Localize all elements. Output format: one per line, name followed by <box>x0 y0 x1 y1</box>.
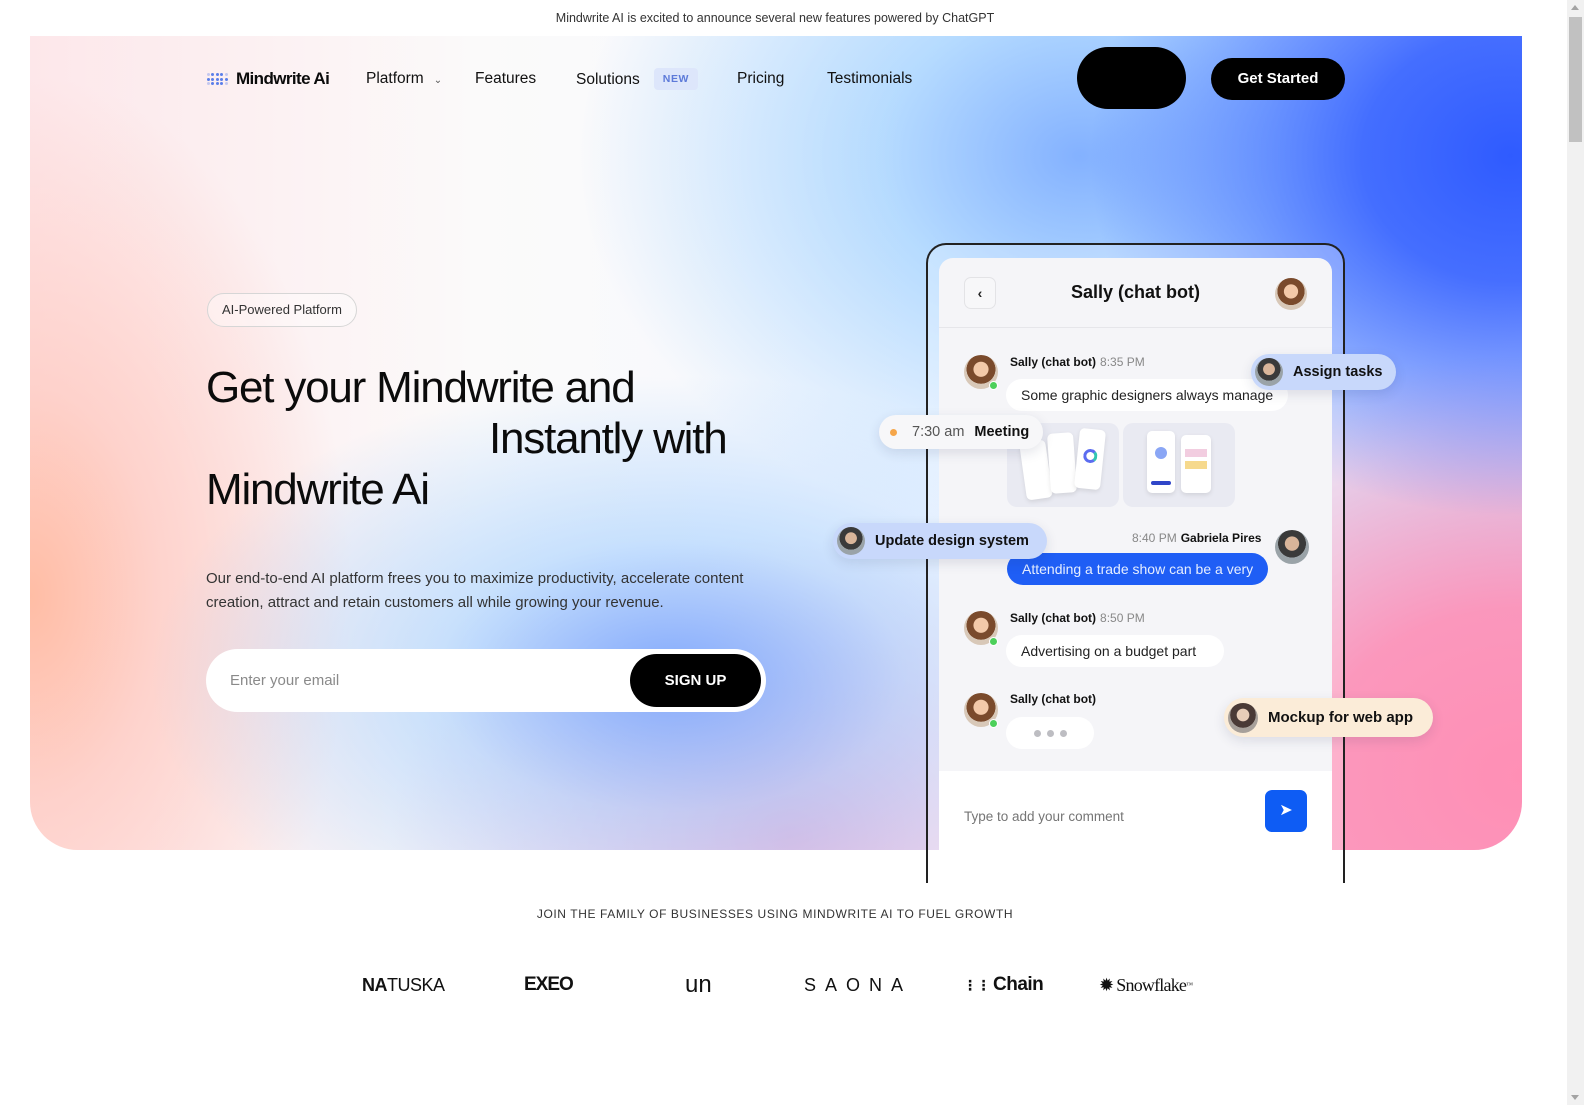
assign-tasks-label: Assign tasks <box>1293 364 1383 380</box>
client-logos: NA TUSKA EXEO un SAONA ⋮⋮ Chain ✹ Snowflake… <box>0 965 1550 1005</box>
nav-pricing[interactable]: Pricing <box>737 70 784 88</box>
get-started-button[interactable]: Get Started <box>1211 58 1345 100</box>
client-logo-saona: SAONA <box>804 974 913 995</box>
header-avatar <box>1275 278 1307 310</box>
scrollbar-thumb[interactable] <box>1569 17 1582 142</box>
meeting-label: Meeting <box>974 424 1030 440</box>
online-indicator <box>989 381 998 390</box>
logo-dots-icon <box>206 69 228 89</box>
blank-pill-button[interactable] <box>1077 47 1186 109</box>
headline-line-2: Instantly with <box>489 414 728 463</box>
update-design-label: Update design system <box>875 533 1029 549</box>
client-logo-chain: ⋮⋮ Chain <box>963 974 1044 995</box>
message-bubble-outgoing: Attending a trade show can be a very <box>1007 553 1269 585</box>
client-logo-exeo: EXEO <box>524 974 574 995</box>
online-indicator <box>989 719 998 728</box>
message-bubble: Advertising on a budget part <box>1006 635 1224 667</box>
client-logo-un: un <box>685 971 712 998</box>
message-meta: Sally (chat bot) 8:50 PM <box>1010 611 1145 625</box>
headline-line-3: Mindwrite Ai <box>206 465 430 514</box>
assign-tasks-card[interactable]: Assign tasks <box>1251 354 1397 390</box>
gabriela-avatar <box>1275 530 1309 564</box>
nav-features[interactable]: Features <box>475 70 536 88</box>
assignee-avatar <box>1255 358 1283 386</box>
top-nav: Mindwrite Ai Platform ⌄ Features Solutio… <box>0 36 1550 122</box>
hero-subtext: Our end-to-end AI platform frees you to … <box>206 570 744 611</box>
nav-platform[interactable]: Platform ⌄ <box>366 70 442 88</box>
message-meta: 8:40 PM Gabriela Pires <box>1132 531 1262 545</box>
headline-line-1: Get your Mindwrite and <box>206 363 636 412</box>
mockup-card[interactable]: Mockup for web app <box>1224 698 1434 737</box>
nav-solutions-label: Solutions <box>576 71 640 88</box>
mockup-label: Mockup for web app <box>1268 709 1414 726</box>
email-signup-form: SIGN UP <box>206 649 766 712</box>
client-logo-snowflake: ✹ Snowflake ™ <box>1099 974 1193 995</box>
chat-title: Sally (chat bot) <box>1070 282 1200 302</box>
comment-input[interactable] <box>964 809 1224 824</box>
send-icon[interactable]: ➤ <box>1265 790 1307 832</box>
image-attachment[interactable] <box>1123 423 1235 507</box>
mockup-avatar <box>1228 702 1258 733</box>
announcement-bar: Mindwrite AI is excited to announce seve… <box>555 11 995 25</box>
chat-header: ‹ Sally (chat bot) <box>939 258 1332 328</box>
compose-bar: ➤ <box>939 771 1332 858</box>
meeting-dot-icon <box>890 428 897 436</box>
device-mockup: ‹ Sally (chat bot) Sally (chat bot) 8:35 … <box>926 243 1345 883</box>
online-indicator <box>989 637 998 646</box>
meeting-card[interactable]: 7:30 am Meeting <box>879 415 1044 449</box>
nav-testimonials-label: Testimonials <box>827 70 913 87</box>
hero-tag: AI-Powered Platform <box>207 293 357 327</box>
hero-headline: Get your Mindwrite and Instantly with Mi… <box>206 362 728 515</box>
clients-heading: JOIN THE FAMILY OF BUSINESSES USING MIND… <box>536 907 1014 921</box>
nav-platform-label: Platform <box>366 70 424 87</box>
scrollbar[interactable] <box>1567 0 1584 1105</box>
email-input[interactable] <box>230 649 610 712</box>
typing-indicator <box>1006 717 1094 749</box>
client-logo-natuska: NA TUSKA <box>362 974 445 995</box>
new-badge: NEW <box>653 68 699 90</box>
message-meta: Sally (chat bot) 8:35 PM <box>1010 355 1145 369</box>
logo-text: Mindwrite Ai <box>236 69 330 88</box>
message-meta: Sally (chat bot) <box>1010 692 1097 706</box>
nav-features-label: Features <box>475 70 537 87</box>
chain-mark-icon: ⋮⋮ <box>963 976 991 993</box>
update-design-card[interactable]: Update design system <box>833 523 1047 559</box>
nav-solutions[interactable]: Solutions NEW <box>576 68 699 90</box>
message-bubble: Some graphic designers always manage <box>1006 379 1289 411</box>
scroll-down-icon[interactable] <box>1571 1095 1579 1100</box>
snowflake-icon: ✹ <box>1099 974 1114 995</box>
logo[interactable]: Mindwrite Ai <box>206 69 330 89</box>
meeting-time: 7:30 am <box>912 424 965 440</box>
nav-testimonials[interactable]: Testimonials <box>827 70 912 88</box>
scroll-up-icon[interactable] <box>1571 5 1579 10</box>
sign-up-button[interactable]: SIGN UP <box>630 654 761 707</box>
nav-pricing-label: Pricing <box>737 70 785 87</box>
chevron-down-icon: ⌄ <box>433 74 443 86</box>
update-avatar <box>837 527 865 555</box>
